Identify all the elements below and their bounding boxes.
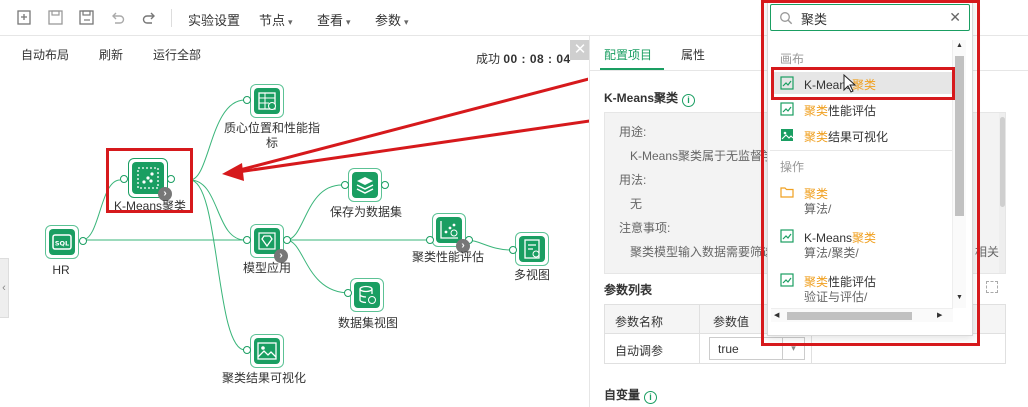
scatter-eval-icon — [436, 217, 462, 243]
document-chart-icon — [519, 236, 545, 262]
node-cluster-viz[interactable] — [250, 334, 284, 368]
usage-label: 用途: — [619, 125, 647, 139]
tab-config[interactable]: 配置项目 — [604, 46, 652, 63]
annotation-arrow — [222, 96, 749, 181]
usage-text: K-Means聚类属于无监督学 — [630, 149, 775, 163]
chevron-down-icon: ▾ — [288, 17, 293, 27]
port-in[interactable] — [344, 289, 352, 297]
port-out[interactable] — [381, 181, 389, 189]
method-label: 用法: — [619, 173, 647, 187]
col-param-name: 参数名称 — [615, 315, 664, 329]
tab-properties[interactable]: 属性 — [681, 46, 705, 63]
notes-label: 注意事项: — [619, 221, 671, 235]
port-in[interactable] — [243, 346, 251, 354]
node-label-centroid: 质心位置和性能指标 — [223, 121, 320, 150]
method-text: 无 — [630, 197, 643, 211]
notes-text: 聚类模型输入数据需要筛选 — [630, 245, 775, 259]
highlight-box-search — [761, 0, 980, 346]
save-icon[interactable] — [47, 9, 64, 26]
svg-text:SQL: SQL — [55, 240, 69, 248]
table-chart-icon — [254, 88, 280, 114]
new-file-icon[interactable] — [16, 9, 33, 26]
node-label-model-apply: 模型应用 — [242, 261, 291, 275]
port-in[interactable] — [426, 236, 434, 244]
node-label-multi-view: 多视图 — [513, 268, 550, 282]
chevron-down-icon: ▾ — [404, 17, 409, 27]
menu-node[interactable]: 节点 ▾ — [259, 10, 293, 29]
expand-icon[interactable] — [986, 281, 998, 293]
port-in[interactable] — [509, 246, 517, 254]
node-dataset-view[interactable] — [350, 278, 384, 312]
port-in[interactable] — [243, 236, 251, 244]
run-all-button[interactable]: 运行全部 — [153, 46, 201, 63]
port-out[interactable] — [79, 237, 87, 245]
mouse-cursor-icon — [843, 74, 857, 93]
node-centroid[interactable] — [250, 84, 284, 118]
port-out[interactable] — [283, 236, 291, 244]
sql-icon: SQL — [49, 229, 75, 255]
collapse-sidebar-handle[interactable]: ‹ — [0, 258, 9, 318]
run-status: 成功 00 : 08 : 04 — [476, 52, 571, 66]
undo-icon[interactable] — [109, 9, 126, 26]
description-scrollbar[interactable] — [999, 113, 1005, 273]
port-in[interactable] — [341, 181, 349, 189]
variables-title: 自变量 i — [604, 386, 658, 404]
highlight-box-result — [771, 67, 955, 100]
toolbar-divider — [171, 9, 172, 27]
highlight-box-kmeans — [106, 148, 193, 213]
redo-icon[interactable] — [141, 9, 158, 26]
info-icon[interactable]: i — [682, 94, 696, 107]
menu-experiment-settings[interactable]: 实验设置 — [188, 10, 240, 29]
close-panel-icon[interactable]: ✕ — [570, 40, 590, 60]
node-label-save-dataset: 保存为数据集 — [329, 205, 402, 219]
database-icon — [354, 282, 380, 308]
node-label-dataset-view: 数据集视图 — [337, 316, 398, 330]
chevron-down-icon: ▾ — [346, 17, 351, 27]
col-param-value: 参数值 — [713, 315, 750, 329]
node-multi-view[interactable] — [515, 232, 549, 266]
save-as-icon[interactable] — [78, 9, 95, 26]
node-save-dataset[interactable] — [348, 168, 382, 202]
node-title: K-Means聚类 i — [604, 89, 696, 107]
node-label-cluster-eval: 聚类性能评估 — [411, 250, 484, 264]
params-title: 参数列表 — [604, 283, 653, 297]
port-in[interactable] — [243, 96, 251, 104]
auto-layout-button[interactable]: 自动布局 — [21, 46, 69, 63]
workflow-canvas[interactable]: SQL HR › K-Means聚类 质心位置和性能指标 保存为数据集 › 模型… — [0, 68, 749, 407]
node-label-hr: HR — [52, 263, 70, 277]
node-hr[interactable]: SQL — [45, 225, 79, 259]
layers-icon — [352, 172, 378, 198]
node-label-cluster-viz: 聚类结果可视化 — [221, 371, 306, 385]
param-name-cell: 自动调参 — [615, 344, 664, 358]
menu-params[interactable]: 参数 ▾ — [375, 10, 409, 29]
image-chart-icon — [254, 338, 280, 364]
menu-view[interactable]: 查看 ▾ — [317, 10, 351, 29]
info-icon[interactable]: i — [644, 391, 658, 404]
refresh-button[interactable]: 刷新 — [99, 46, 123, 63]
